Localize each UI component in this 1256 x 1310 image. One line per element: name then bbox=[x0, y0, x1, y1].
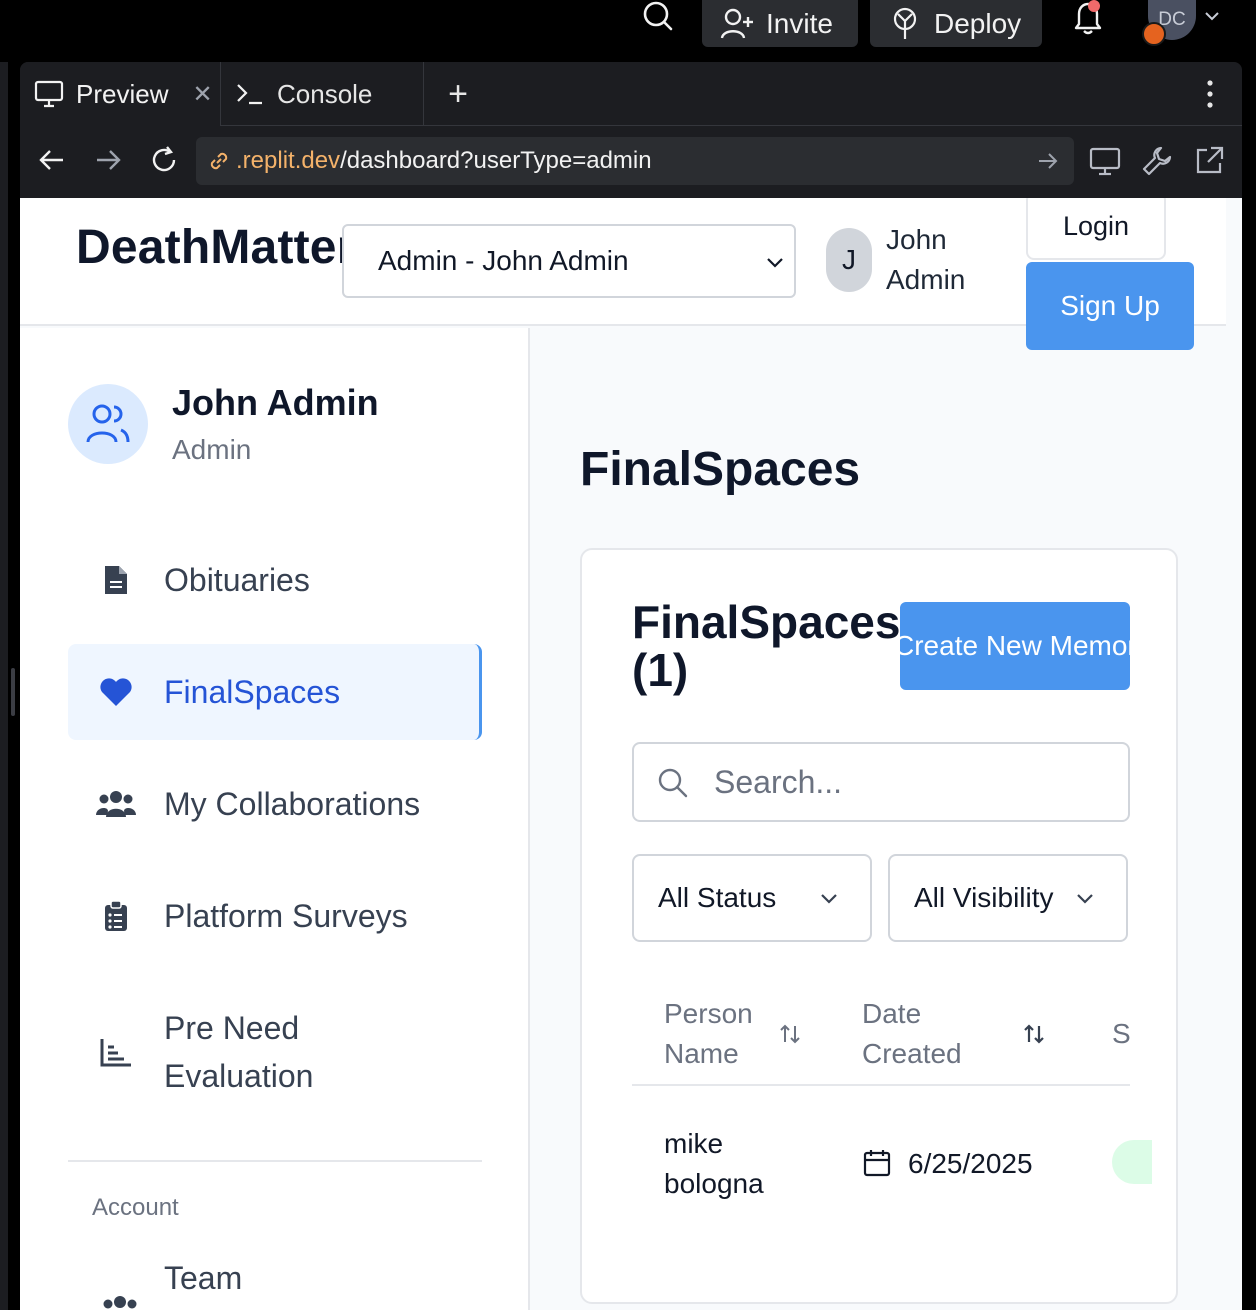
chevron-down-icon bbox=[1074, 888, 1096, 910]
sort-icon[interactable] bbox=[776, 1020, 804, 1048]
date-created-cell: 6/25/2025 bbox=[908, 1148, 1033, 1179]
back-arrow-icon[interactable] bbox=[36, 144, 68, 176]
status-badge bbox=[1112, 1140, 1152, 1184]
chevron-down-icon bbox=[818, 888, 840, 910]
search-icon[interactable] bbox=[640, 0, 676, 36]
status-filter-select[interactable]: All Status bbox=[632, 854, 872, 942]
column-header-status[interactable]: S bbox=[1112, 1014, 1131, 1054]
user-type-select[interactable]: Admin - John Admin bbox=[342, 224, 796, 298]
notification-dot bbox=[1088, 0, 1100, 12]
sidebar-divider bbox=[68, 1160, 482, 1162]
wrench-icon[interactable] bbox=[1140, 144, 1174, 178]
login-label: Login bbox=[1062, 210, 1130, 241]
preview-pane: Preview ✕ Console + .replit.dev/dashboar… bbox=[20, 62, 1242, 1310]
sidebar-item-label: Platform Surveys bbox=[164, 898, 408, 934]
visibility-filter-value: All Visibility bbox=[914, 882, 1054, 913]
create-memorial-label: Create New Memorial bbox=[894, 630, 1165, 661]
add-tab-button[interactable]: + bbox=[440, 76, 476, 112]
chevron-down-icon bbox=[764, 251, 786, 273]
ide-topbar: Invite Deploy DC bbox=[0, 0, 1256, 62]
invite-button[interactable]: Invite bbox=[702, 0, 858, 47]
terminal-icon bbox=[235, 80, 265, 108]
document-icon bbox=[96, 560, 136, 600]
left-panel-edge bbox=[0, 62, 8, 1310]
sidebar-item-finalspaces[interactable]: FinalSpaces bbox=[68, 644, 482, 740]
external-link-icon[interactable] bbox=[1192, 144, 1226, 178]
invite-label: Invite bbox=[766, 7, 833, 39]
go-arrow-icon[interactable] bbox=[1036, 149, 1060, 173]
close-icon[interactable]: ✕ bbox=[192, 80, 212, 109]
bar-chart-icon bbox=[96, 1032, 136, 1072]
tab-console[interactable]: Console bbox=[220, 62, 424, 126]
card-title: FinalSpaces (1) bbox=[632, 596, 901, 696]
url-bar[interactable]: .replit.dev/dashboard?userType=admin bbox=[196, 137, 1074, 185]
resize-handle[interactable] bbox=[11, 668, 15, 716]
signup-label: Sign Up bbox=[1060, 290, 1160, 321]
calendar-icon bbox=[862, 1148, 892, 1178]
more-options-icon[interactable] bbox=[1200, 78, 1220, 110]
monitor-icon bbox=[34, 80, 64, 108]
table-header-divider bbox=[632, 1084, 1130, 1086]
browser-toolbar: .replit.dev/dashboard?userType=admin bbox=[20, 126, 1242, 196]
sidebar-item-obituaries[interactable]: Obituaries bbox=[68, 532, 482, 628]
deploy-icon bbox=[888, 7, 922, 41]
url-host: .replit.dev bbox=[236, 147, 341, 174]
person-name-cell: mike bologna bbox=[664, 1128, 764, 1199]
sidebar-item-platform-surveys[interactable]: Platform Surveys bbox=[68, 868, 482, 964]
search-box[interactable] bbox=[632, 742, 1130, 822]
user-select-value: Admin - John Admin bbox=[378, 245, 629, 276]
login-button[interactable]: Login bbox=[1026, 198, 1166, 260]
tab-preview-label: Preview bbox=[76, 78, 169, 109]
device-preview-icon[interactable] bbox=[1088, 144, 1122, 178]
app-viewport: DeathMatters Admin - John Admin J John A… bbox=[20, 198, 1242, 1310]
tab-preview[interactable]: Preview ✕ bbox=[20, 62, 220, 126]
column-header-date-created[interactable]: Date Created bbox=[862, 994, 982, 1074]
finalspaces-card: FinalSpaces (1) Create New Memorial All … bbox=[580, 548, 1178, 1304]
sidebar-item-my-collaborations[interactable]: My Collaborations bbox=[68, 756, 482, 852]
link-icon bbox=[206, 148, 232, 174]
column-header-person-name[interactable]: Person Name bbox=[664, 994, 774, 1074]
sidebar-user-role: Admin bbox=[172, 434, 252, 465]
brand-logo[interactable]: DeathMatters bbox=[76, 220, 346, 280]
reload-icon[interactable] bbox=[148, 144, 180, 176]
sidebar-item-label: Obituaries bbox=[164, 562, 310, 598]
url-path: /dashboard?userType=admin bbox=[340, 147, 652, 174]
clipboard-icon bbox=[96, 896, 136, 936]
sidebar-item-team[interactable]: Team bbox=[68, 1258, 482, 1310]
sign-up-button[interactable]: Sign Up bbox=[1026, 262, 1194, 350]
deploy-label: Deploy bbox=[934, 7, 1022, 39]
page-title: FinalSpaces bbox=[580, 443, 861, 496]
sidebar-user-name: John Admin bbox=[172, 382, 379, 423]
sidebar: John Admin Admin Obituaries FinalSpaces … bbox=[20, 328, 530, 1310]
sort-icon[interactable] bbox=[1020, 1020, 1048, 1048]
avatar-badge-icon bbox=[1142, 22, 1166, 46]
sidebar-item-label: FinalSpaces bbox=[164, 674, 341, 710]
app-header: DeathMatters Admin - John Admin J John A… bbox=[20, 198, 1226, 350]
sidebar-item-label: Pre Need Evaluation bbox=[164, 1010, 314, 1094]
user-profile-icon bbox=[68, 384, 148, 464]
search-icon bbox=[656, 766, 690, 800]
tab-console-label: Console bbox=[277, 78, 373, 109]
team-icon bbox=[100, 1294, 140, 1310]
header-avatar: J bbox=[826, 228, 872, 292]
users-icon bbox=[96, 784, 136, 824]
search-input[interactable] bbox=[714, 758, 1114, 806]
header-user-name: John Admin bbox=[886, 224, 966, 295]
chevron-down-icon[interactable] bbox=[1202, 6, 1222, 26]
status-filter-value: All Status bbox=[658, 882, 777, 913]
visibility-filter-select[interactable]: All Visibility bbox=[888, 854, 1128, 942]
heart-icon bbox=[96, 672, 136, 712]
sidebar-item-label: My Collaborations bbox=[164, 786, 421, 822]
create-memorial-button[interactable]: Create New Memorial bbox=[894, 602, 1165, 690]
header-avatar-initial: J bbox=[842, 244, 856, 275]
sidebar-item-label: Team bbox=[164, 1260, 243, 1296]
forward-arrow-icon[interactable] bbox=[92, 144, 124, 176]
sidebar-section-account: Account bbox=[92, 1194, 179, 1221]
deploy-button[interactable]: Deploy bbox=[870, 0, 1042, 47]
add-user-icon bbox=[720, 7, 754, 41]
sidebar-item-pre-need-evaluation[interactable]: Pre Need Evaluation bbox=[68, 980, 482, 1124]
pane-tabs: Preview ✕ Console + bbox=[20, 62, 1242, 126]
